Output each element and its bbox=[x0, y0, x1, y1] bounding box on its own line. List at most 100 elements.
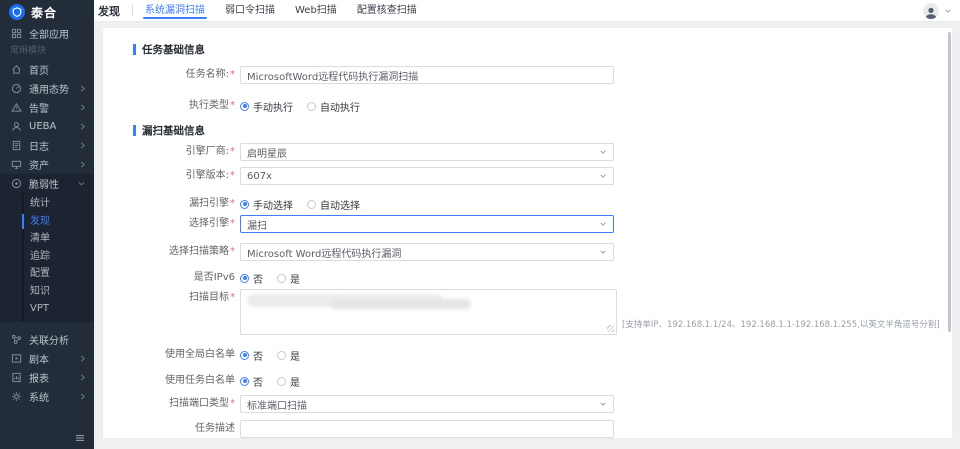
sidebar-item-label: 首页 bbox=[29, 62, 49, 77]
sidebar-item-label: UEBA bbox=[29, 121, 56, 132]
radio-dot-icon bbox=[240, 102, 249, 111]
port-type-select[interactable]: 标准端口扫描 bbox=[240, 395, 614, 413]
sidebar-item-reports[interactable]: 报表 bbox=[0, 368, 94, 387]
divider bbox=[132, 5, 133, 16]
radio-auto-select[interactable]: 自动选择 bbox=[307, 197, 360, 212]
redacted-content bbox=[331, 299, 471, 309]
chevron-down-icon bbox=[77, 180, 86, 187]
radio-dot-icon bbox=[240, 351, 249, 360]
tab-weak-password-scan[interactable]: 弱口令扫描 bbox=[223, 0, 277, 22]
radio-dot-icon bbox=[240, 200, 249, 209]
radio-global-wl-no[interactable]: 否 bbox=[240, 348, 263, 363]
chevron-right-icon bbox=[79, 122, 86, 131]
radio-circle-icon bbox=[277, 351, 286, 360]
form-row-scan-target: 扫描目标* [支持单IP、192.168.1.1/24、192.168.1.1-… bbox=[103, 289, 952, 335]
sidebar-item-inventory[interactable]: 清单 bbox=[0, 230, 94, 248]
sidebar-item-label: 日志 bbox=[29, 138, 49, 153]
section-task-basic-info: 任务基础信息 bbox=[133, 42, 205, 57]
sidebar-item-configuration[interactable]: 配置 bbox=[0, 265, 94, 283]
home-icon bbox=[10, 64, 22, 76]
document-icon bbox=[10, 140, 22, 152]
radio-circle-icon bbox=[277, 377, 286, 386]
grid-icon bbox=[10, 27, 22, 39]
sidebar-item-system[interactable]: 系统 bbox=[0, 387, 94, 406]
chevron-down-icon bbox=[599, 249, 607, 255]
tab-web-scan[interactable]: Web扫描 bbox=[293, 0, 339, 22]
sidebar-item-vulnerability[interactable]: 脆弱性 bbox=[0, 174, 94, 193]
radio-ipv6-no[interactable]: 否 bbox=[240, 271, 263, 286]
vertical-scrollbar[interactable] bbox=[948, 32, 951, 332]
sidebar-item-knowledge[interactable]: 知识 bbox=[0, 283, 94, 301]
sidebar-item-ueba[interactable]: UEBA bbox=[0, 117, 94, 136]
sidebar-section-label: 常用模块 bbox=[0, 42, 94, 60]
section-accent-bar bbox=[133, 125, 136, 136]
sidebar-item-label: 关联分析 bbox=[29, 332, 69, 347]
scan-target-label: 扫描目标* bbox=[103, 289, 235, 307]
sidebar-item-vpt[interactable]: VPT bbox=[0, 300, 94, 318]
engine-vendor-label: 引擎厂商:* bbox=[103, 143, 235, 161]
radio-dot-icon bbox=[240, 377, 249, 386]
task-name-input[interactable] bbox=[240, 66, 614, 84]
gear-icon bbox=[10, 390, 22, 402]
task-whitelist-label: 使用任务白名单 bbox=[103, 372, 235, 390]
sidebar-item-label: 资产 bbox=[29, 157, 49, 172]
sidebar-item-logs[interactable]: 日志 bbox=[0, 136, 94, 155]
collapse-sidebar-icon[interactable] bbox=[75, 434, 85, 442]
exec-type-label: 执行类型* bbox=[103, 97, 235, 115]
radio-circle-icon bbox=[307, 200, 316, 209]
engine-version-select[interactable]: 607x bbox=[240, 167, 614, 185]
app-logo[interactable]: 泰合 bbox=[0, 0, 94, 24]
sidebar-item-tracking[interactable]: 追踪 bbox=[0, 248, 94, 266]
app-name: 泰合 bbox=[31, 4, 57, 21]
chevron-right-icon bbox=[79, 373, 86, 382]
monitor-icon bbox=[10, 159, 22, 171]
section-accent-bar bbox=[133, 44, 136, 55]
radio-task-wl-yes[interactable]: 是 bbox=[277, 374, 300, 389]
sidebar-item-playbook[interactable]: 剧本 bbox=[0, 349, 94, 368]
target-icon bbox=[10, 178, 22, 190]
task-desc-label: 任务描述 bbox=[103, 420, 235, 438]
radio-global-wl-yes[interactable]: 是 bbox=[277, 348, 300, 363]
chevron-down-icon bbox=[599, 221, 607, 227]
select-engine-select[interactable]: 漏扫 bbox=[240, 215, 614, 233]
sidebar-item-correlation-analysis[interactable]: 关联分析 bbox=[0, 330, 94, 349]
sidebar-item-assets[interactable]: 资产 bbox=[0, 155, 94, 174]
radio-circle-icon bbox=[277, 274, 286, 283]
resize-handle[interactable] bbox=[607, 325, 614, 332]
radio-manual-select[interactable]: 手动选择 bbox=[240, 197, 293, 212]
sidebar-item-discovery[interactable]: 发现 bbox=[0, 213, 94, 231]
vulnerability-submenu: 统计 发现 清单 追踪 配置 知识 VPT bbox=[0, 193, 94, 322]
radio-circle-icon bbox=[307, 102, 316, 111]
sidebar-item-situation[interactable]: 通用态势 bbox=[0, 79, 94, 98]
sidebar-item-label: 剧本 bbox=[29, 351, 49, 366]
sidebar: 泰合 全部应用 常用模块 首页 通用态势 告警 bbox=[0, 0, 94, 449]
user-avatar[interactable] bbox=[923, 3, 939, 19]
sidebar-item-home[interactable]: 首页 bbox=[0, 60, 94, 79]
sidebar-item-all-apps[interactable]: 全部应用 bbox=[0, 24, 94, 42]
sidebar-item-label: 系统 bbox=[29, 389, 49, 404]
tab-system-vuln-scan[interactable]: 系统漏洞扫描 bbox=[143, 0, 207, 22]
scan-form-card: 任务基础信息 任务名称:* 执行类型* 手动执行 自动执行 漏扫基础信息 引擎厂… bbox=[103, 28, 952, 438]
sidebar-group-vulnerability: 脆弱性 统计 发现 清单 追踪 配置 知识 VPT bbox=[0, 174, 94, 322]
chevron-right-icon bbox=[79, 84, 86, 93]
radio-task-wl-no[interactable]: 否 bbox=[240, 374, 263, 389]
scan-policy-label: 选择扫描策略* bbox=[103, 243, 235, 261]
sidebar-item-statistics[interactable]: 统计 bbox=[0, 195, 94, 213]
scan-policy-select[interactable]: Microsoft Word远程代码执行漏洞 bbox=[240, 243, 614, 261]
select-engine-label: 选择引擎* bbox=[103, 215, 235, 233]
task-desc-input[interactable] bbox=[240, 420, 614, 438]
engine-vendor-select[interactable]: 启明星辰 bbox=[240, 143, 614, 161]
sidebar-item-label: 全部应用 bbox=[29, 26, 69, 41]
radio-ipv6-yes[interactable]: 是 bbox=[277, 271, 300, 286]
chevron-down-icon bbox=[599, 173, 607, 179]
sidebar-item-label: 脆弱性 bbox=[29, 176, 59, 191]
chevron-down-icon[interactable] bbox=[944, 8, 952, 14]
radio-auto-exec[interactable]: 自动执行 bbox=[307, 99, 360, 114]
port-type-label: 扫描端口类型* bbox=[103, 395, 235, 413]
scan-target-hint: [支持单IP、192.168.1.1/24、192.168.1.1-192.16… bbox=[622, 319, 940, 331]
task-name-label: 任务名称:* bbox=[103, 66, 235, 84]
sidebar-item-alerts[interactable]: 告警 bbox=[0, 98, 94, 117]
scan-target-textarea[interactable] bbox=[240, 289, 617, 335]
radio-manual-exec[interactable]: 手动执行 bbox=[240, 99, 293, 114]
tab-config-check-scan[interactable]: 配置核查扫描 bbox=[355, 0, 419, 22]
